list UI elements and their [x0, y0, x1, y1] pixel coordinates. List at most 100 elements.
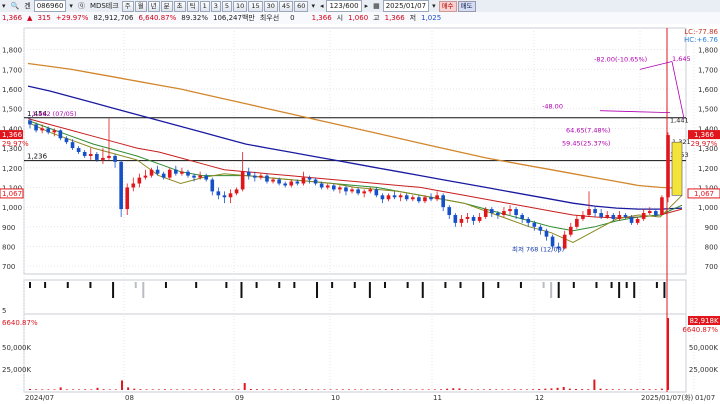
price-tick-left: 1,800	[2, 47, 22, 55]
interval-60-button[interactable]: 60	[294, 0, 309, 12]
stock-lookup-icon[interactable]: ⓠ	[76, 1, 87, 11]
calendar-icon[interactable]: ▦	[371, 1, 382, 11]
interval-3-button[interactable]: 3	[210, 0, 221, 12]
sell-button[interactable]: 매도	[457, 0, 476, 12]
candle-body	[228, 193, 233, 198]
candle-body	[356, 189, 360, 194]
volume-bar	[581, 389, 584, 390]
candle-body	[131, 183, 136, 188]
sub-indicator-bar	[542, 282, 545, 288]
candle-body	[34, 124, 38, 131]
sub-indicator-bar	[595, 282, 598, 288]
period-tick-button[interactable]: 틱	[186, 0, 199, 12]
stock-code-input[interactable]: 086960	[33, 0, 67, 12]
candle-body	[216, 191, 221, 196]
data-count-field[interactable]: 123/600	[326, 0, 362, 12]
interval-1-button[interactable]: 1	[199, 0, 210, 12]
volume-bar	[470, 389, 473, 390]
candle-body	[40, 128, 44, 131]
buy-button[interactable]: 매수	[438, 0, 457, 12]
sub-indicator-bar	[44, 282, 47, 288]
volume-bar	[660, 388, 663, 390]
volume-bar	[108, 389, 111, 390]
candle-body	[82, 152, 87, 156]
period-year-button[interactable]: 년	[147, 0, 160, 12]
volume-bar	[599, 388, 602, 390]
candle-body	[119, 161, 123, 210]
period-second-button[interactable]: 초	[173, 0, 186, 12]
candle-body	[325, 185, 330, 188]
candle-body	[234, 189, 239, 194]
price-tick-right: 1,600	[698, 86, 718, 94]
candle-body	[441, 195, 445, 208]
interval-5-button[interactable]: 5	[221, 0, 233, 12]
sub-indicator-bar	[406, 282, 409, 288]
candle-body	[167, 169, 172, 178]
volume-bar	[329, 389, 332, 390]
candle-body	[277, 179, 281, 184]
chart-annotation: 1,645	[672, 55, 691, 63]
price-tick-right: 1,800	[698, 47, 718, 55]
period-week-button[interactable]: 주	[121, 0, 134, 12]
sub-indicator-bar	[572, 282, 575, 288]
chart-annotation: 1,462 (07/05)	[32, 110, 76, 118]
period-minute-button[interactable]: 분	[160, 0, 173, 12]
candle-body	[423, 197, 427, 202]
volume-bar	[440, 389, 443, 390]
date-field[interactable]: 2025/01/07	[382, 0, 430, 12]
volume-bar	[53, 389, 56, 390]
interval-45-button[interactable]: 45	[278, 0, 294, 12]
count-down-icon[interactable]: ◂	[318, 1, 326, 11]
period-month-button[interactable]: 월	[134, 0, 147, 12]
date-dropdown-icon[interactable]: ▾	[430, 1, 438, 11]
count-up-icon[interactable]: ▸	[363, 1, 371, 11]
volume-bar	[341, 389, 344, 390]
price-tick-left: 1,000	[2, 204, 22, 212]
interval-15-button[interactable]: 15	[248, 0, 263, 12]
sub-indicator-bar	[142, 282, 145, 298]
candle-body	[222, 195, 227, 198]
date-tick: 01/07	[695, 394, 715, 402]
toolbar-menu-icon[interactable]: ▾	[0, 1, 8, 11]
candle-body	[514, 209, 518, 215]
candle-body	[654, 211, 658, 215]
sub-indicator-bar	[368, 282, 371, 298]
interval-dropdown-icon[interactable]: ▾	[309, 1, 317, 11]
candle-body	[593, 209, 597, 214]
candle-body	[289, 181, 294, 186]
volume-bar	[41, 389, 44, 390]
price-tick-left: 1,200	[2, 165, 22, 173]
volume-bar	[525, 389, 528, 390]
volume-bar	[642, 389, 645, 390]
candle-body	[307, 177, 312, 180]
volume-bar	[182, 389, 185, 390]
candle-body	[362, 191, 366, 194]
interval-10-button[interactable]: 10	[233, 0, 248, 12]
open-label: 시	[336, 14, 344, 22]
volume-bar	[206, 389, 209, 390]
stock-chart[interactable]: 1,800 1,800 1,700 1,700 1,600 1,600 1,500 1,500…	[0, 24, 720, 404]
chart-annotation: 59.45(25.37%)	[562, 140, 610, 148]
high-label: 고	[373, 14, 380, 22]
volume-bar	[274, 389, 277, 390]
sub-indicator-bar	[625, 282, 628, 288]
interval-30-button[interactable]: 30	[263, 0, 278, 12]
volume-bar	[354, 389, 357, 390]
candle-body	[58, 130, 63, 139]
candle-body	[313, 179, 318, 184]
candle-body	[538, 226, 543, 231]
high-value: 1,366	[384, 14, 405, 22]
stock-search-icon[interactable]: 🔍	[9, 1, 22, 11]
change-amount: 315	[37, 14, 51, 22]
cur-value: 1,366	[311, 14, 332, 22]
candle-body	[404, 195, 409, 200]
candle-body	[204, 175, 209, 180]
candle-body	[489, 209, 494, 214]
candle-body	[344, 187, 348, 192]
chart-type-label: 겐	[24, 2, 31, 10]
volume-bar	[262, 389, 265, 390]
volume-bar	[513, 389, 516, 390]
volume-bar	[556, 387, 559, 390]
left-pct-tag: 29.97%	[2, 140, 29, 148]
stock-search-button[interactable]: ▾	[67, 1, 75, 11]
